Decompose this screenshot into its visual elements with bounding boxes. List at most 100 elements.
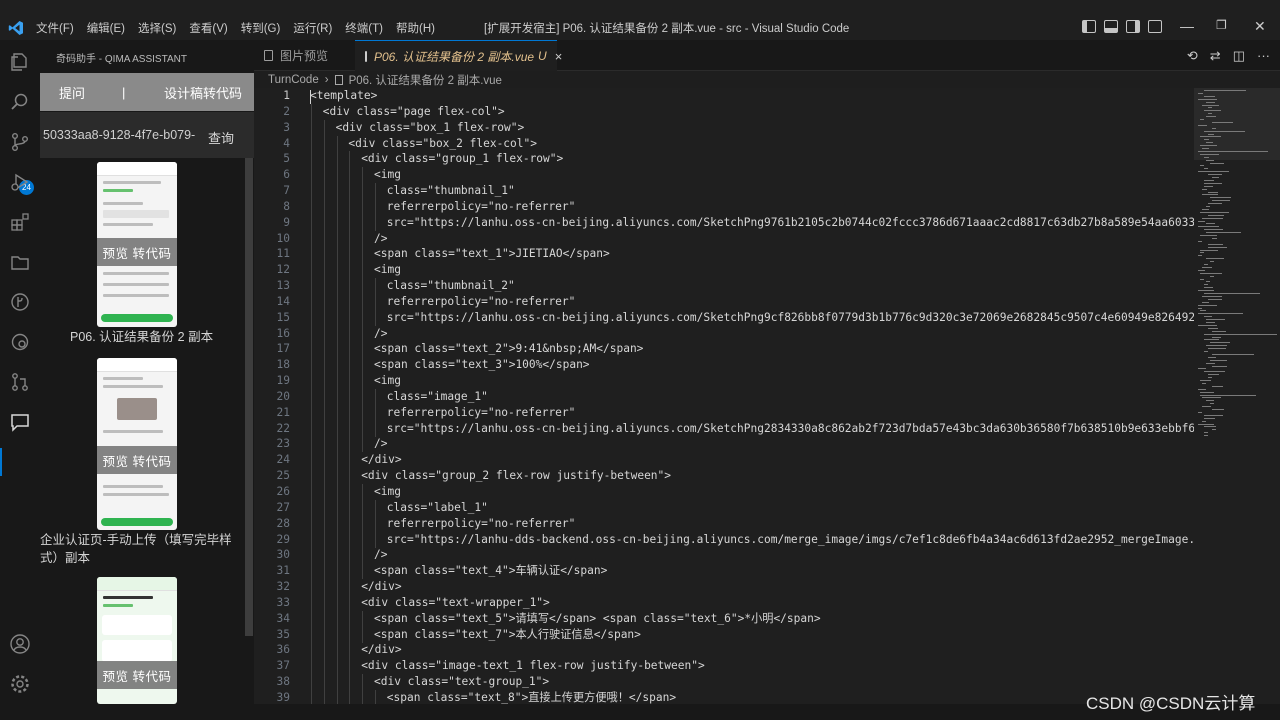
code-line[interactable]: 34 <span class="text_5">请填写</span> <span … [254, 610, 1194, 627]
indent-guide [311, 674, 312, 691]
code-line[interactable]: 11 <span class="text_1">JIETIAO</span> [254, 246, 1194, 263]
customize-layout-icon[interactable] [1148, 20, 1162, 33]
design-thumbnail[interactable]: 预览 转代码 [97, 358, 177, 530]
file-icon [264, 50, 273, 61]
code-line[interactable]: 14 referrerpolicy="no-referrer" [254, 293, 1194, 310]
code-line[interactable]: 18 <span class="text_3">100%</span> [254, 357, 1194, 374]
breadcrumb-file[interactable]: P06. 认证结果备份 2 副本.vue [349, 72, 502, 88]
breadcrumb-folder[interactable]: TurnCode [268, 74, 319, 86]
code-line[interactable]: 8 referrerpolicy="no-referrer" [254, 198, 1194, 215]
git-graph-icon[interactable] [8, 290, 32, 314]
code-line[interactable]: 28 referrerpolicy="no-referrer" [254, 515, 1194, 532]
code-line[interactable]: 37 <div class="image-text_1 flex-row just… [254, 658, 1194, 675]
code-line[interactable]: 23 /> [254, 436, 1194, 453]
line-number: 32 [276, 580, 290, 594]
restore-icon[interactable]: ❐ [1216, 18, 1227, 32]
code-line[interactable]: 22 src="https://lanhu.oss-cn-beijing.aliy… [254, 420, 1194, 437]
menu-view[interactable]: 查看(V) [189, 20, 233, 36]
code-line[interactable]: 32 </div> [254, 579, 1194, 596]
toggle-panel-icon[interactable] [1104, 20, 1118, 33]
code-line[interactable]: 16 /> [254, 325, 1194, 342]
indent-guide [362, 293, 364, 310]
code-line[interactable]: 30 /> [254, 547, 1194, 564]
code-line[interactable]: 1 <template> [254, 88, 1194, 104]
remote-explorer-icon[interactable] [8, 330, 32, 354]
close-window-icon[interactable]: ✕ [1254, 18, 1266, 35]
code-line[interactable]: 21 referrerpolicy="no-referrer" [254, 404, 1194, 421]
code-text: <div class="group_1 flex-row"> [361, 152, 564, 166]
query-button[interactable]: 查询 [208, 128, 234, 147]
code-line[interactable]: 27 class="label_1" [254, 499, 1194, 516]
code-line[interactable]: 3 <div class="box_1 flex-row"> [254, 119, 1194, 136]
search-icon[interactable] [8, 90, 32, 114]
chat-icon[interactable] [8, 410, 32, 434]
code-line[interactable]: 2 <div class="page flex-col"> [254, 103, 1194, 120]
code-line[interactable]: 25 <div class="group_2 flex-row justify-b… [254, 468, 1194, 485]
code-line[interactable]: 9 src="https://lanhu.oss-cn-beijing.aliyu… [254, 214, 1194, 231]
explorer-icon[interactable] [8, 50, 32, 74]
menu-run[interactable]: 运行(R) [293, 20, 338, 36]
menu-help[interactable]: 帮助(H) [396, 20, 441, 36]
indent-guide [336, 531, 338, 548]
menu-file[interactable]: 文件(F) [36, 20, 80, 36]
code-line[interactable]: 26 <img [254, 484, 1194, 500]
indent-guide [349, 610, 351, 627]
design-thumbnail[interactable]: 预览 转代码 [97, 162, 177, 327]
tab-vue-file[interactable]: P06. 认证结果备份 2 副本.vue U × [355, 40, 562, 71]
compare-icon[interactable]: ⇄ [1210, 48, 1221, 64]
code-line[interactable]: 19 <img [254, 373, 1194, 390]
design-to-code-button[interactable]: 设计稿转代码 [164, 83, 242, 102]
code-line[interactable]: 20 class="image_1" [254, 388, 1194, 405]
code-line[interactable]: 24 </div> [254, 452, 1194, 469]
indent-guide [349, 357, 351, 374]
open-changes-icon[interactable]: ⟲ [1187, 48, 1198, 64]
code-editor[interactable]: 1 <template> 2 <div class="page flex-col"> 3… [254, 88, 1194, 704]
code-line[interactable]: 39 <span class="text_8">直接上传更方便哦！</span> [254, 689, 1194, 704]
code-line[interactable]: 5 <div class="group_1 flex-row"> [254, 151, 1194, 168]
code-line[interactable]: 36 </div> [254, 642, 1194, 659]
code-line[interactable]: 29 src="https://lanhu-dds-backend.oss-cn-… [254, 531, 1194, 548]
menu-edit[interactable]: 编辑(E) [87, 20, 131, 36]
toggle-secondary-sidebar-icon[interactable] [1126, 20, 1140, 33]
minimap[interactable] [1194, 88, 1280, 704]
preview-convert-overlay[interactable]: 预览 转代码 [97, 661, 177, 689]
account-icon[interactable] [8, 632, 32, 656]
settings-gear-icon[interactable] [8, 672, 32, 696]
code-line[interactable]: 10 /> [254, 230, 1194, 247]
code-line[interactable]: 6 <img [254, 167, 1194, 184]
minimap-line [1204, 417, 1215, 419]
ask-button[interactable]: 提问 [59, 83, 85, 102]
code-line[interactable]: 35 <span class="text_7">本人行驶证信息</span> [254, 626, 1194, 643]
menu-terminal[interactable]: 终端(T) [345, 20, 389, 36]
split-editor-icon[interactable]: ◫ [1233, 48, 1245, 64]
panel-scrollbar[interactable] [245, 158, 253, 636]
design-thumbnail[interactable]: 预览 转代码 [97, 577, 177, 704]
code-line[interactable]: 17 <span class="text_2">9:41&nbsp;AM</spa… [254, 341, 1194, 358]
code-line[interactable]: 31 <span class="text_4">车辆认证</span> [254, 563, 1194, 580]
menu-go[interactable]: 转到(G) [241, 20, 287, 36]
code-line[interactable]: 13 class="thumbnail_2" [254, 278, 1194, 295]
close-tab-icon[interactable]: × [555, 49, 563, 64]
code-line[interactable]: 7 class="thumbnail_1" [254, 183, 1194, 200]
code-line[interactable]: 12 <img [254, 262, 1194, 279]
more-actions-icon[interactable]: ··· [1257, 48, 1270, 64]
minimize-icon[interactable]: — [1180, 18, 1194, 34]
run-debug-icon[interactable] [8, 170, 32, 194]
uuid-input[interactable]: 50333aa8-9128-4f7e-b079-fc [43, 128, 195, 142]
preview-convert-overlay[interactable]: 预览 转代码 [97, 238, 177, 266]
toggle-primary-sidebar-icon[interactable] [1082, 20, 1096, 33]
extensions-icon[interactable] [8, 210, 32, 234]
code-line[interactable]: 4 <div class="box_2 flex-col"> [254, 135, 1194, 152]
pull-request-icon[interactable] [8, 370, 32, 394]
minimap-line [1208, 246, 1227, 248]
folder-icon[interactable] [8, 250, 32, 274]
code-line[interactable]: 33 <div class="text-wrapper_1"> [254, 594, 1194, 611]
preview-convert-overlay[interactable]: 预览 转代码 [97, 446, 177, 474]
source-control-icon[interactable] [8, 130, 32, 154]
code-line[interactable]: 38 <div class="text-group_1"> [254, 674, 1194, 691]
minimap-line [1210, 275, 1214, 277]
tab-image-preview[interactable]: 图片预览 [254, 40, 355, 71]
indent-guide [336, 278, 338, 295]
code-line[interactable]: 15 src="https://lanhu.oss-cn-beijing.aliy… [254, 309, 1194, 326]
menu-selection[interactable]: 选择(S) [138, 20, 182, 36]
